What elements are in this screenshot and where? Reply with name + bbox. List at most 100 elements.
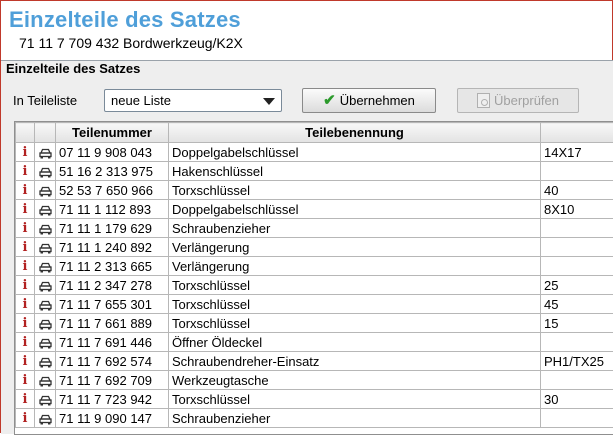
car-icon[interactable]: [35, 409, 56, 428]
column-header-info[interactable]: [16, 123, 35, 143]
page-title: Einzelteile des Satzes: [9, 7, 241, 33]
cell-extra: [541, 409, 613, 428]
cell-extra: [541, 371, 613, 390]
cell-extra: [541, 162, 613, 181]
cell-part-name: Verlängerung: [169, 238, 541, 257]
table-row[interactable]: i71 11 1 179 629Schraubenzieher: [16, 219, 613, 238]
info-icon[interactable]: i: [16, 181, 35, 200]
table-row[interactable]: i 71 11 7 691 446Öffner Öldeckel: [16, 333, 613, 352]
panel-title: Einzelteile des Satzes: [6, 61, 140, 76]
column-header-part-name[interactable]: Teilebenennung: [169, 123, 541, 143]
cell-part-number: 71 11 2 313 665: [56, 257, 169, 276]
cell-extra: [541, 219, 613, 238]
table-row[interactable]: i71 11 2 313 665Verlängerung: [16, 257, 613, 276]
car-icon[interactable]: [35, 352, 56, 371]
info-icon[interactable]: i: [16, 238, 35, 257]
info-icon[interactable]: i: [16, 200, 35, 219]
table-row[interactable]: i71 11 1 112 893Doppelgabelschlüssel8X10: [16, 200, 613, 219]
cell-part-name: Torxschlüssel: [169, 276, 541, 295]
table-row[interactable]: i 71 11 7 655 301Torxschlüssel45: [16, 295, 613, 314]
check-button[interactable]: Überprüfen: [457, 88, 579, 113]
cell-part-number: 71 11 1 112 893: [56, 200, 169, 219]
cell-extra: 15: [541, 314, 613, 333]
info-icon[interactable]: i: [16, 409, 35, 428]
parts-table: Teilenummer Teilebenennung i 07 11 9 908 …: [14, 121, 613, 435]
table-row[interactable]: i 71 11 7 692 709Werkzeugtasche: [16, 371, 613, 390]
car-icon[interactable]: [35, 390, 56, 409]
car-icon[interactable]: [35, 238, 56, 257]
cell-part-number: 71 11 1 240 892: [56, 238, 169, 257]
info-icon[interactable]: i: [16, 352, 35, 371]
cell-extra: PH1/TX25: [541, 352, 613, 371]
cell-extra: 30: [541, 390, 613, 409]
cell-part-number: 71 11 7 723 942: [56, 390, 169, 409]
car-icon[interactable]: [35, 295, 56, 314]
cell-part-number: 52 53 7 650 966: [56, 181, 169, 200]
cell-extra: [541, 238, 613, 257]
cell-part-number: 71 11 7 692 574: [56, 352, 169, 371]
car-icon[interactable]: [35, 257, 56, 276]
cell-part-name: Torxschlüssel: [169, 181, 541, 200]
cell-part-name: Hakenschlüssel: [169, 162, 541, 181]
list-select[interactable]: neue Liste: [104, 89, 282, 112]
apply-button-label: Übernehmen: [340, 93, 415, 108]
car-icon[interactable]: [35, 181, 56, 200]
cell-part-number: 71 11 7 691 446: [56, 333, 169, 352]
info-icon[interactable]: i: [16, 276, 35, 295]
info-icon[interactable]: i: [16, 333, 35, 352]
cell-part-number: 71 11 9 090 147: [56, 409, 169, 428]
table-row[interactable]: i 71 11 7 723 942Torxschlüssel30: [16, 390, 613, 409]
cell-extra: 25: [541, 276, 613, 295]
cell-extra: 40: [541, 181, 613, 200]
car-icon[interactable]: [35, 314, 56, 333]
cell-extra: [541, 257, 613, 276]
table-row[interactable]: i71 11 9 090 147Schraubenzieher: [16, 409, 613, 428]
car-icon[interactable]: [35, 200, 56, 219]
car-icon[interactable]: [35, 276, 56, 295]
car-icon[interactable]: [35, 162, 56, 181]
cell-part-number: 71 11 7 661 889: [56, 314, 169, 333]
cell-part-number: 51 16 2 313 975: [56, 162, 169, 181]
info-icon[interactable]: i: [16, 162, 35, 181]
cell-part-name: Öffner Öldeckel: [169, 333, 541, 352]
cell-part-number: 71 11 1 179 629: [56, 219, 169, 238]
parts-panel: Einzelteile des Satzes In Teileliste neu…: [1, 60, 613, 434]
table-row[interactable]: i 51 16 2 313 975Hakenschlüssel: [16, 162, 613, 181]
column-header-vehicle[interactable]: [35, 123, 56, 143]
cell-part-name: Doppelgabelschlüssel: [169, 143, 541, 162]
table-row[interactable]: i 52 53 7 650 966Torxschlüssel40: [16, 181, 613, 200]
table-row[interactable]: i 71 11 1 240 892Verlängerung: [16, 238, 613, 257]
cell-extra: 45: [541, 295, 613, 314]
info-icon[interactable]: i: [16, 390, 35, 409]
cell-extra: 8X10: [541, 200, 613, 219]
info-icon[interactable]: i: [16, 295, 35, 314]
table-row[interactable]: i71 11 7 661 889Torxschlüssel15: [16, 314, 613, 333]
car-icon[interactable]: [35, 143, 56, 162]
cell-part-name: Torxschlüssel: [169, 390, 541, 409]
cell-part-name: Werkzeugtasche: [169, 371, 541, 390]
info-icon[interactable]: i: [16, 314, 35, 333]
info-icon[interactable]: i: [16, 371, 35, 390]
car-icon[interactable]: [35, 219, 56, 238]
check-button-label: Überprüfen: [494, 93, 559, 108]
apply-button[interactable]: ✔ Übernehmen: [302, 88, 436, 113]
cell-part-number: 71 11 7 692 709: [56, 371, 169, 390]
page-subtitle: 71 11 7 709 432 Bordwerkzeug/K2X: [19, 35, 243, 51]
list-label: In Teileliste: [13, 93, 77, 108]
column-header-extra[interactable]: [541, 123, 613, 143]
info-icon[interactable]: i: [16, 219, 35, 238]
column-header-part-number[interactable]: Teilenummer: [56, 123, 169, 143]
car-icon[interactable]: [35, 333, 56, 352]
car-icon[interactable]: [35, 371, 56, 390]
cell-part-name: Schraubendreher-Einsatz: [169, 352, 541, 371]
table-row[interactable]: i07 11 9 908 043Doppelgabelschlüssel14X1…: [16, 143, 613, 162]
info-icon[interactable]: i: [16, 143, 35, 162]
document-check-icon: [477, 93, 490, 108]
cell-part-number: 07 11 9 908 043: [56, 143, 169, 162]
table-row[interactable]: i71 11 2 347 278Torxschlüssel25: [16, 276, 613, 295]
cell-part-number: 71 11 7 655 301: [56, 295, 169, 314]
table-row[interactable]: i 71 11 7 692 574Schraubendreher-EinsatzP…: [16, 352, 613, 371]
info-icon[interactable]: i: [16, 257, 35, 276]
cell-part-name: Torxschlüssel: [169, 295, 541, 314]
cell-extra: [541, 333, 613, 352]
